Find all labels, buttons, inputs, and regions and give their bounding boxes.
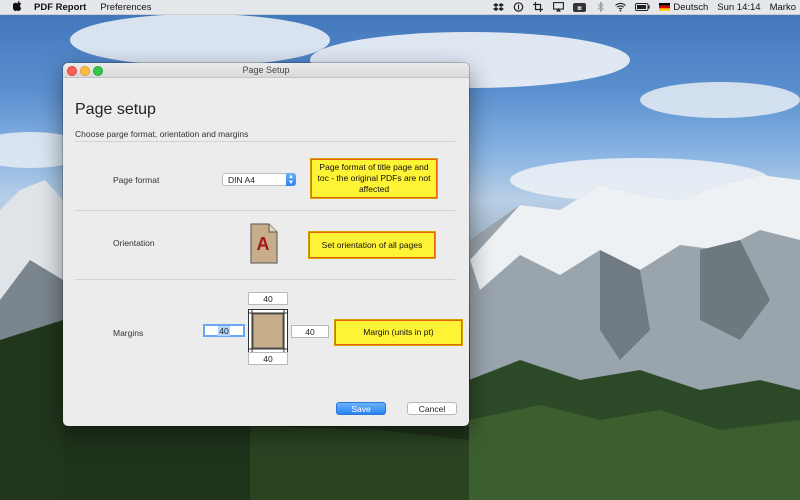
divider (75, 279, 455, 280)
crop-icon[interactable] (533, 2, 544, 12)
clock[interactable]: Sun 14:14 (717, 2, 760, 13)
left-margin-field[interactable]: 40 (203, 324, 245, 337)
german-flag-icon[interactable] (659, 3, 671, 11)
battery-icon[interactable] (635, 3, 651, 11)
app-menu[interactable]: PDF Report (34, 2, 86, 13)
page-subtitle: Choose parge format, orientation and mar… (75, 129, 249, 139)
chevron-up-down-icon[interactable]: ▲ ▼ (286, 173, 296, 186)
dropbox-icon[interactable] (493, 2, 505, 12)
portrait-orientation-icon[interactable]: A (250, 223, 278, 267)
page-setup-window: Page Setup Page setup Choose parge forma… (63, 63, 469, 426)
left-margin-value: 40 (218, 326, 230, 336)
svg-text:A: A (257, 234, 270, 254)
bluetooth-icon[interactable] (595, 2, 606, 12)
divider (75, 210, 455, 211)
minimize-window-button[interactable] (80, 66, 90, 76)
right-margin-field[interactable]: 40 (291, 325, 329, 338)
cancel-button[interactable]: Cancel (407, 402, 457, 415)
close-window-button[interactable] (67, 66, 77, 76)
window-title: Page Setup (242, 65, 290, 75)
keyboard-badge-icon[interactable]: ▦ (573, 2, 587, 12)
margin-diagram (248, 309, 288, 356)
orientation-note: Set orientation of all pages (308, 231, 436, 259)
wifi-icon[interactable] (615, 2, 627, 12)
svg-text:▦: ▦ (578, 5, 583, 11)
top-margin-field[interactable]: 40 (248, 292, 288, 305)
page-format-value: DIN A4 (228, 175, 255, 185)
menu-bar: PDF Report Preferences ▦ Deutsch Sun 14:… (0, 0, 800, 15)
page-title: Page setup (75, 101, 156, 118)
page-format-label: Page format (113, 175, 160, 185)
apple-menu-icon[interactable] (11, 0, 22, 14)
orientation-label: Orientation (113, 238, 155, 248)
preferences-menu[interactable]: Preferences (100, 2, 151, 13)
zoom-window-button[interactable] (93, 66, 103, 76)
circle-info-icon[interactable] (513, 2, 524, 12)
margins-label: Margins (113, 328, 144, 338)
bottom-margin-field[interactable]: 40 (248, 352, 288, 365)
window-titlebar[interactable]: Page Setup (63, 63, 469, 78)
status-area: ▦ Deutsch Sun 14:14 Marko (493, 2, 800, 13)
input-language[interactable]: Deutsch (673, 2, 708, 13)
airplay-icon[interactable] (553, 2, 565, 12)
user-name[interactable]: Marko (770, 2, 796, 13)
page-format-note: Page format of title page and toc - the … (310, 158, 438, 199)
divider (75, 141, 455, 142)
margins-note: Margin (units in pt) (334, 319, 463, 346)
save-button[interactable]: Save (336, 402, 386, 415)
page-format-select[interactable]: DIN A4 ▲ ▼ (222, 173, 296, 186)
